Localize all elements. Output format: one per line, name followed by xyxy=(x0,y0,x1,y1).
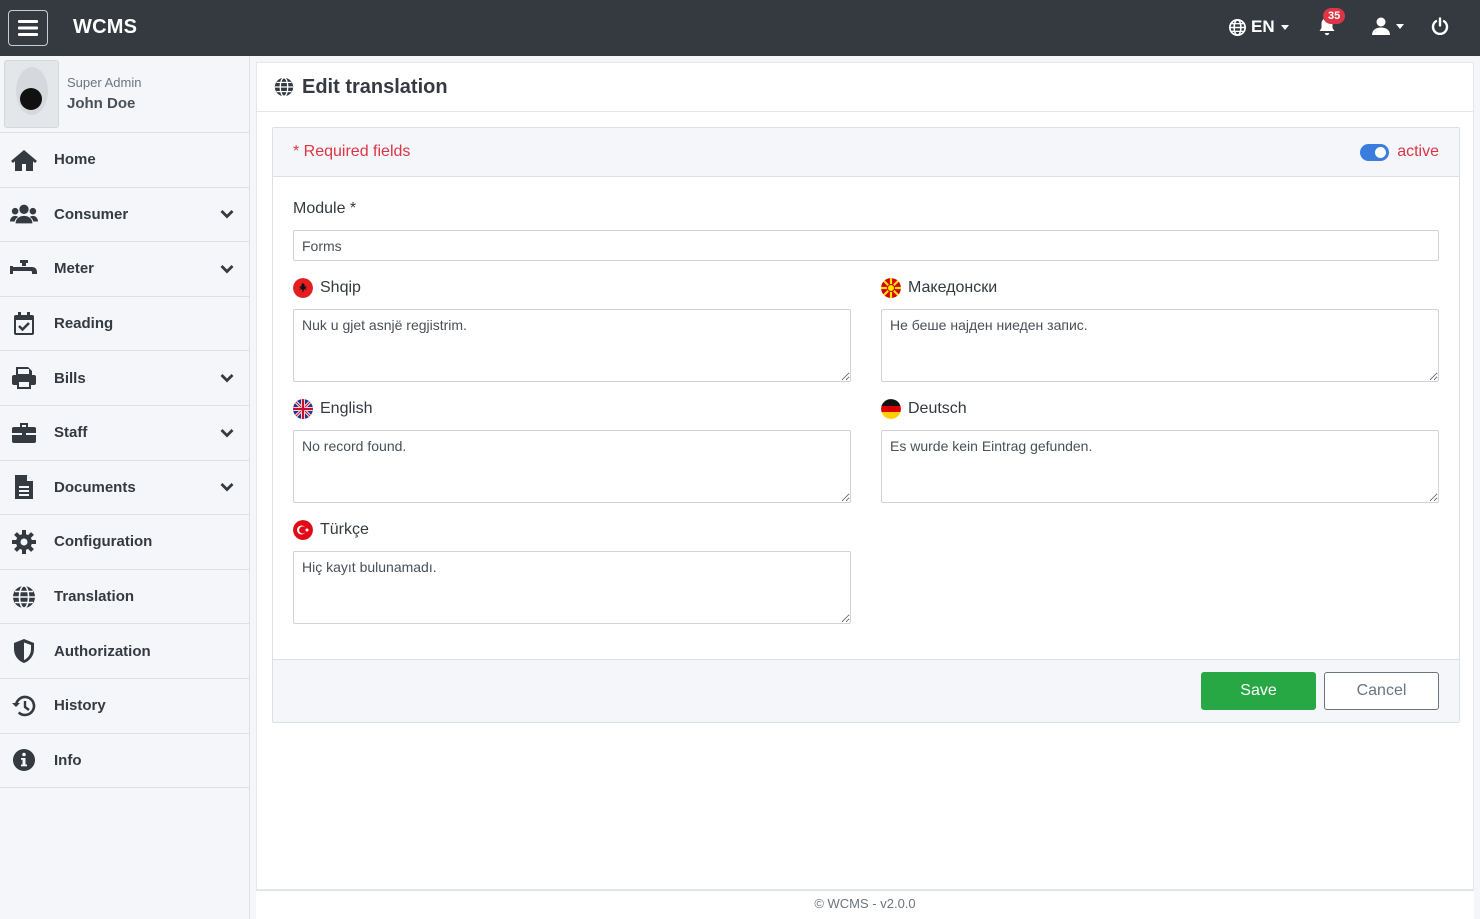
user-name: John Doe xyxy=(67,95,136,112)
power-icon xyxy=(1431,17,1449,36)
user-menu-button[interactable] xyxy=(1372,17,1404,35)
shqip-label: Shqip xyxy=(293,278,361,298)
users-icon xyxy=(10,200,38,228)
card-header: * Required fields active xyxy=(273,128,1459,177)
active-toggle[interactable]: active xyxy=(1360,143,1439,161)
sidebar-item-label: Configuration xyxy=(54,533,153,551)
document-icon xyxy=(10,473,38,501)
brand-title[interactable]: WCMS xyxy=(73,16,137,39)
save-button[interactable]: Save xyxy=(1201,672,1316,710)
required-fields-note: * Required fields xyxy=(293,143,411,160)
notification-count-badge: 35 xyxy=(1323,8,1346,24)
sidebar-item-authorization[interactable]: Authorization xyxy=(0,624,249,679)
sidebar-item-label: Translation xyxy=(54,588,135,606)
sidebar-item-configuration[interactable]: Configuration xyxy=(0,515,249,570)
sidebar-item-home[interactable]: Home xyxy=(0,133,249,188)
avatar[interactable] xyxy=(4,60,59,128)
language-code: EN xyxy=(1251,17,1275,36)
sidebar-item-meter[interactable]: Meter xyxy=(0,242,249,297)
hamburger-icon xyxy=(18,20,38,36)
sidebar-item-translation[interactable]: Translation xyxy=(0,570,249,625)
sidebar-item-info[interactable]: Info xyxy=(0,734,249,789)
sidebar-item-label: Documents xyxy=(54,478,136,496)
globe-icon xyxy=(274,77,294,97)
albania-flag-icon xyxy=(293,278,313,298)
caret-down-icon xyxy=(1280,24,1289,30)
module-label: Module * xyxy=(293,200,356,218)
briefcase-icon xyxy=(10,419,38,447)
uk-flag-icon xyxy=(293,399,313,419)
chevron-down-icon xyxy=(220,264,234,274)
sidebar-item-bills[interactable]: Bills xyxy=(0,351,249,406)
module-input[interactable] xyxy=(293,230,1439,261)
history-icon xyxy=(10,692,38,720)
turkish-label: Türkçe xyxy=(293,520,369,540)
main-content: Edit translation * Required fields activ… xyxy=(256,62,1474,890)
printer-icon xyxy=(10,364,38,392)
shield-icon xyxy=(10,637,38,665)
cancel-button[interactable]: Cancel xyxy=(1324,672,1439,710)
sidebar: Super Admin John Doe Home Consumer Meter… xyxy=(0,56,250,919)
deutsch-label-text: Deutsch xyxy=(908,400,967,417)
globe-icon xyxy=(1229,18,1246,36)
turkish-label-text: Türkçe xyxy=(320,521,369,538)
macedonian-label-text: Македонски xyxy=(908,279,998,296)
sidebar-item-label: Bills xyxy=(54,369,86,387)
sidebar-item-label: Staff xyxy=(54,424,88,442)
macedonian-textarea[interactable]: Не беше најден ниеден запис. xyxy=(881,309,1439,382)
sidebar-item-label: Authorization xyxy=(54,642,151,660)
sidebar-item-documents[interactable]: Documents xyxy=(0,461,249,516)
menu-toggle-button[interactable] xyxy=(8,10,48,46)
card-footer: Save Cancel xyxy=(273,659,1459,722)
gear-icon xyxy=(10,528,38,556)
chevron-down-icon xyxy=(220,483,234,492)
language-selector[interactable]: EN xyxy=(1229,17,1289,37)
shqip-label-text: Shqip xyxy=(320,279,361,296)
sidebar-item-label: Info xyxy=(54,751,82,769)
english-label-text: English xyxy=(320,400,373,417)
germany-flag-icon xyxy=(881,399,901,419)
sidebar-item-label: History xyxy=(54,697,106,715)
user-role: Super Admin xyxy=(67,75,142,90)
info-icon xyxy=(10,746,38,774)
chevron-down-icon xyxy=(220,210,234,219)
sidebar-item-label: Home xyxy=(54,151,96,169)
sidebar-item-staff[interactable]: Staff xyxy=(0,406,249,461)
chevron-down-icon xyxy=(220,374,234,383)
chevron-down-icon xyxy=(220,428,234,438)
user-icon xyxy=(1372,17,1390,35)
sidebar-item-label: Reading xyxy=(54,315,114,333)
top-navbar: WCMS EN 35 xyxy=(0,0,1480,56)
logout-button[interactable] xyxy=(1431,17,1449,40)
sidebar-item-reading[interactable]: Reading xyxy=(0,297,249,352)
english-label: English xyxy=(293,399,372,419)
turkish-textarea[interactable]: Hiç kayıt bulunamadı. xyxy=(293,551,851,624)
home-icon xyxy=(10,146,38,174)
turkey-flag-icon xyxy=(293,520,313,540)
sidebar-item-history[interactable]: History xyxy=(0,679,249,734)
page-footer: © WCMS - v2.0.0 xyxy=(256,890,1474,919)
macedonian-label: Македонски xyxy=(881,278,997,298)
shqip-textarea[interactable]: Nuk u gjet asnjë regjistrim. xyxy=(293,309,851,382)
sidebar-item-consumer[interactable]: Consumer xyxy=(0,188,249,243)
page-title: Edit translation xyxy=(302,76,448,98)
calendar-check-icon xyxy=(10,310,38,338)
user-panel: Super Admin John Doe xyxy=(0,56,249,133)
faucet-icon xyxy=(10,255,38,283)
translation-form-card: * Required fields active Module * Shqip … xyxy=(272,127,1460,723)
active-label: active xyxy=(1397,143,1439,160)
macedonia-flag-icon xyxy=(881,278,901,298)
english-textarea[interactable]: No record found. xyxy=(293,430,851,503)
sidebar-item-label: Meter xyxy=(54,260,95,278)
globe-icon xyxy=(10,583,38,611)
toggle-switch[interactable] xyxy=(1360,143,1390,161)
deutsch-label: Deutsch xyxy=(881,399,967,419)
module-label-text: Module * xyxy=(293,200,357,217)
sidebar-item-label: Consumer xyxy=(54,205,129,223)
deutsch-textarea[interactable]: Es wurde kein Eintrag gefunden. xyxy=(881,430,1439,503)
page-header: Edit translation xyxy=(257,63,1473,112)
caret-down-icon xyxy=(1396,23,1404,29)
